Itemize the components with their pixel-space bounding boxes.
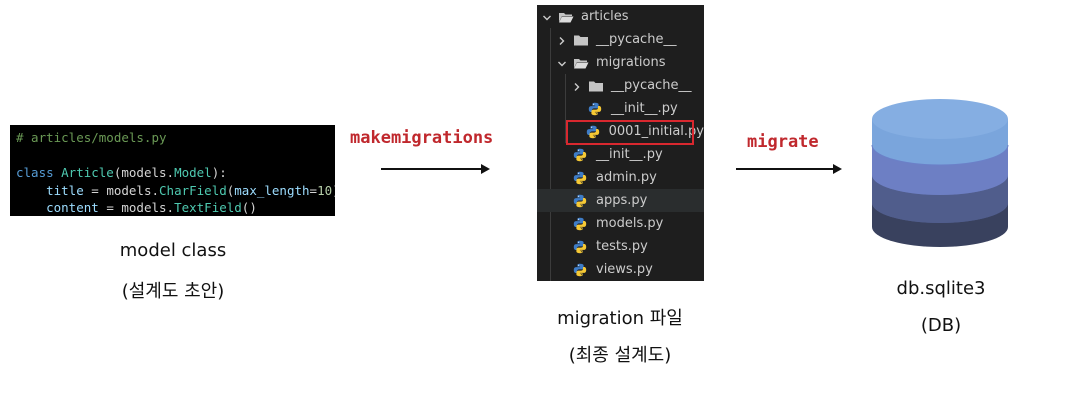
explorer-file-item[interactable]: models.py [537, 212, 704, 235]
explorer-file-item[interactable]: __init__.py [537, 143, 704, 166]
model-class-caption-line2: (설계도 초안) [121, 281, 225, 302]
code-token: # articles/models.py [16, 130, 167, 145]
explorer-file-item[interactable]: apps.py [537, 189, 704, 212]
code-token: = models. [83, 182, 160, 198]
makemigrations-label: makemigrations [350, 128, 494, 148]
code-line: # articles/models.py [16, 129, 329, 147]
chevron-right-icon[interactable] [557, 35, 567, 45]
explorer-item-label: migrations [596, 55, 666, 70]
code-token: ) [332, 183, 335, 198]
folder-icon [573, 33, 589, 47]
chevron-down-icon[interactable] [557, 58, 567, 68]
explorer-item-label: __pycache__ [611, 78, 692, 93]
code-token: CharField [159, 182, 227, 198]
db-caption-line1: db.sqlite3 [896, 278, 986, 299]
code-token: content [46, 200, 99, 215]
python-file-icon [573, 240, 589, 254]
explorer-item-label: tests.py [596, 239, 648, 254]
python-file-icon [588, 102, 604, 116]
explorer-folder-item[interactable]: __pycache__ [537, 74, 704, 97]
python-file-icon [573, 263, 589, 277]
code-token: Model [174, 165, 212, 180]
code-token: ): [211, 165, 227, 180]
explorer-file-item[interactable]: __init__.py [537, 97, 704, 120]
code-token: TextField [174, 200, 242, 215]
db-top-cap [872, 99, 1008, 139]
makemigrations-arrow [381, 164, 490, 174]
folder-icon [588, 79, 604, 93]
code-token: () [241, 200, 257, 215]
explorer-file-item[interactable]: tests.py [537, 235, 704, 258]
model-class-caption-line1: model class [119, 240, 227, 261]
explorer-item-label: __init__.py [596, 147, 663, 162]
explorer-item-label: __pycache__ [596, 32, 677, 47]
code-token: 10 [317, 182, 333, 198]
explorer-item-label: articles [581, 9, 629, 24]
code-token: max_length [234, 182, 310, 198]
explorer-item-label: admin.py [596, 170, 657, 185]
explorer-folder-item[interactable]: __pycache__ [537, 28, 704, 51]
code-token: title [46, 182, 84, 198]
code-token: = models. [98, 200, 175, 215]
python-file-icon [573, 194, 589, 208]
explorer-folder-item[interactable]: articles [537, 5, 704, 28]
selected-file-highlight [566, 120, 694, 145]
code-token: (models. [113, 165, 175, 180]
explorer-file-item[interactable]: views.py [537, 258, 704, 281]
code-line: content = models.TextField() [16, 199, 329, 216]
chevron-down-icon[interactable] [542, 12, 552, 22]
explorer-item-label: views.py [596, 262, 653, 277]
python-file-icon [573, 217, 589, 231]
python-file-icon [573, 148, 589, 162]
explorer-file-item[interactable]: admin.py [537, 166, 704, 189]
explorer-item-label: __init__.py [611, 101, 678, 116]
chevron-right-icon[interactable] [572, 81, 582, 91]
migrate-label: migrate [747, 132, 819, 152]
db-caption-line2: (DB) [920, 315, 962, 336]
python-file-icon [573, 171, 589, 185]
migration-file-caption-line1: migration 파일 [557, 308, 683, 329]
code-line: class Article(models.Model): [16, 164, 329, 182]
code-token: = [309, 182, 318, 198]
migration-file-caption-line2: (최종 설계도) [568, 345, 672, 366]
explorer-item-label: models.py [596, 216, 664, 231]
code-line: title = models.CharField(max_length=10) [16, 182, 335, 200]
folder-open-icon [558, 10, 574, 24]
migrate-arrow [736, 164, 842, 174]
migration-file-caption: migration 파일 (최종 설계도) [520, 304, 720, 367]
explorer-folder-item[interactable]: migrations [537, 51, 704, 74]
folder-open-icon [573, 56, 589, 70]
code-token: Article [61, 165, 114, 180]
database-cylinder-icon [871, 99, 1009, 247]
explorer-item-label: apps.py [596, 193, 648, 208]
code-token: class [16, 165, 62, 180]
code-snippet-panel: # articles/models.py class Article(model… [10, 125, 335, 216]
db-caption: db.sqlite3 (DB) [841, 278, 1041, 336]
model-class-caption: model class (설계도 초안) [73, 240, 273, 303]
